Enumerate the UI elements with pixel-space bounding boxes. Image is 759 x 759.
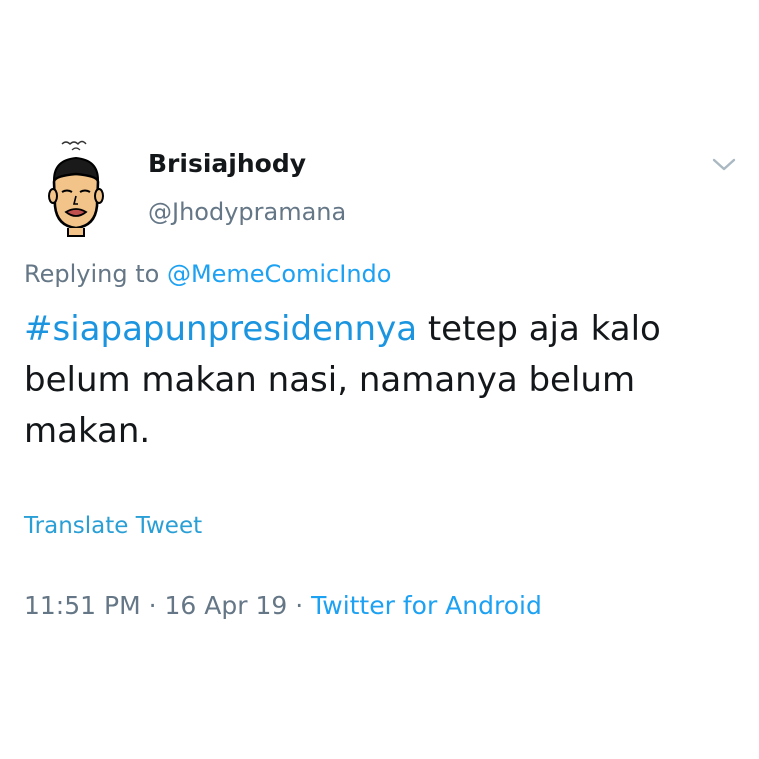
author-handle[interactable]: @Jhodypramana: [148, 194, 346, 230]
reply-mention-link[interactable]: @MemeComicIndo: [167, 260, 392, 288]
chevron-down-icon: [712, 158, 736, 171]
translate-tweet-link[interactable]: Translate Tweet: [24, 508, 202, 544]
tweet-line-3: makan.: [24, 411, 151, 451]
meta-separator: ·: [140, 591, 165, 620]
tweet-line-2: belum makan nasi, namanya belum: [24, 360, 636, 400]
meta-separator: ·: [287, 591, 312, 620]
replying-to-line: Replying to @MemeComicIndo: [24, 255, 391, 293]
hashtag-link[interactable]: #siapapunpresidennya: [24, 309, 417, 349]
tweet-source-link[interactable]: Twitter for Android: [311, 591, 542, 620]
tweet-text: #siapapunpresidennya tetep aja kalo belu…: [24, 304, 736, 457]
tweet-meta: 11:51 PM · 16 Apr 19 · Twitter for Andro…: [24, 586, 542, 626]
tweet-line-1: #siapapunpresidennya tetep aja kalo: [24, 304, 736, 355]
avatar[interactable]: [40, 136, 112, 242]
tweet-time[interactable]: 11:51 PM: [24, 591, 141, 620]
author-display-name[interactable]: Brisiajhody: [148, 146, 306, 182]
tweet-line-1-text: tetep aja kalo: [417, 309, 661, 349]
tweet-menu-button[interactable]: [706, 150, 742, 178]
tweet-date[interactable]: 16 Apr 19: [164, 591, 287, 620]
cartoon-face-avatar-icon: [48, 140, 104, 237]
replying-to-label: Replying to: [24, 260, 167, 288]
